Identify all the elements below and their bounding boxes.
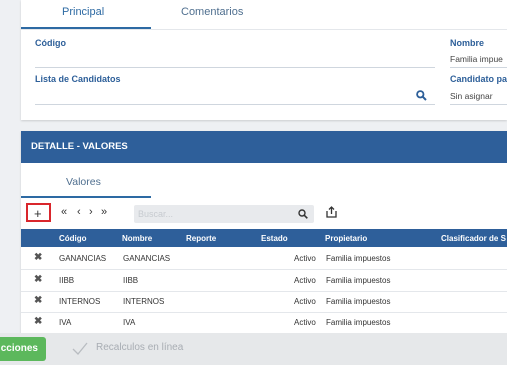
delete-icon[interactable]: ✖ <box>34 252 42 263</box>
cell-codigo: IVA <box>59 318 72 327</box>
detail-card: DETALLE - VALORES Valores + « ‹ › » Códi… <box>21 131 507 365</box>
column-header-clasificador[interactable]: Clasificador de S <box>441 234 506 243</box>
cell-codigo: IIBB <box>59 276 75 285</box>
nombre-input-line <box>450 67 507 68</box>
export-icon[interactable] <box>326 206 337 218</box>
table-row[interactable]: ✖ IVA IVA Activo Familia impuestos <box>21 312 507 334</box>
delete-icon[interactable]: ✖ <box>34 274 42 285</box>
table-row[interactable]: ✖ GANANCIAS GANANCIAS Activo Familia imp… <box>21 248 507 270</box>
cell-nombre: IVA <box>123 318 136 327</box>
tab-divider <box>21 29 507 30</box>
tab-valores[interactable]: Valores <box>66 176 101 188</box>
delete-icon[interactable]: ✖ <box>34 316 42 327</box>
cell-codigo: GANANCIAS <box>59 254 107 263</box>
cell-nombre: IIBB <box>123 276 139 285</box>
nombre-value[interactable]: Familia impue <box>450 54 503 64</box>
plus-icon: + <box>34 206 42 221</box>
column-header-nombre[interactable]: Nombre <box>122 234 152 243</box>
search-icon[interactable] <box>298 209 308 219</box>
column-header-propietario[interactable]: Propietario <box>325 234 367 243</box>
detail-title: DETALLE - VALORES <box>21 131 507 163</box>
main-form-card: Principal Comentarios Código Nombre Fami… <box>21 0 507 120</box>
cell-estado: Activo <box>294 254 316 263</box>
tab-comentarios[interactable]: Comentarios <box>181 6 243 18</box>
codigo-input[interactable] <box>35 67 435 68</box>
column-header-estado[interactable]: Estado <box>261 234 288 243</box>
table-row[interactable]: ✖ INTERNOS INTERNOS Activo Familia impue… <box>21 291 507 313</box>
codigo-label: Código <box>35 38 66 48</box>
cell-codigo: INTERNOS <box>59 297 101 306</box>
cell-estado: Activo <box>294 297 316 306</box>
column-header-codigo[interactable]: Código <box>59 234 87 243</box>
grid-header: Código Nombre Reporte Estado Propietario… <box>21 229 507 247</box>
cell-propietario: Familia impuestos <box>326 254 391 263</box>
grid-search-box <box>134 205 314 223</box>
prev-page-icon[interactable]: ‹ <box>77 206 81 218</box>
candidato-value[interactable]: Sin asignar <box>450 91 493 101</box>
cell-estado: Activo <box>294 318 316 327</box>
cell-propietario: Familia impuestos <box>326 297 391 306</box>
candidato-input-line <box>450 104 507 105</box>
active-tab-indicator <box>21 196 151 198</box>
bottom-action-bar: cciones Recalculos en línea <box>0 333 507 365</box>
cell-nombre: GANANCIAS <box>123 254 171 263</box>
search-icon[interactable] <box>416 90 427 101</box>
first-page-icon[interactable]: « <box>61 206 67 218</box>
lista-candidatos-label: Lista de Candidatos <box>35 74 121 84</box>
grid-search-input[interactable] <box>134 205 288 223</box>
actions-button[interactable]: cciones <box>0 337 46 361</box>
next-page-icon[interactable]: › <box>89 206 93 218</box>
lista-candidatos-input[interactable] <box>35 104 435 105</box>
tab-principal[interactable]: Principal <box>62 6 104 18</box>
delete-icon[interactable]: ✖ <box>34 295 42 306</box>
cell-propietario: Familia impuestos <box>326 318 391 327</box>
nombre-label: Nombre <box>450 38 485 48</box>
table-row[interactable]: ✖ IIBB IIBB Activo Familia impuestos <box>21 270 507 292</box>
add-button[interactable]: + <box>26 203 51 222</box>
column-header-reporte[interactable]: Reporte <box>186 234 216 243</box>
cell-propietario: Familia impuestos <box>326 276 391 285</box>
cell-estado: Activo <box>294 276 316 285</box>
cell-nombre: INTERNOS <box>123 297 165 306</box>
candidato-label: Candidato pa <box>450 74 507 84</box>
recalc-toggle[interactable]: Recalculos en línea <box>96 342 183 353</box>
last-page-icon[interactable]: » <box>101 206 107 218</box>
checkmark-icon <box>72 342 88 355</box>
